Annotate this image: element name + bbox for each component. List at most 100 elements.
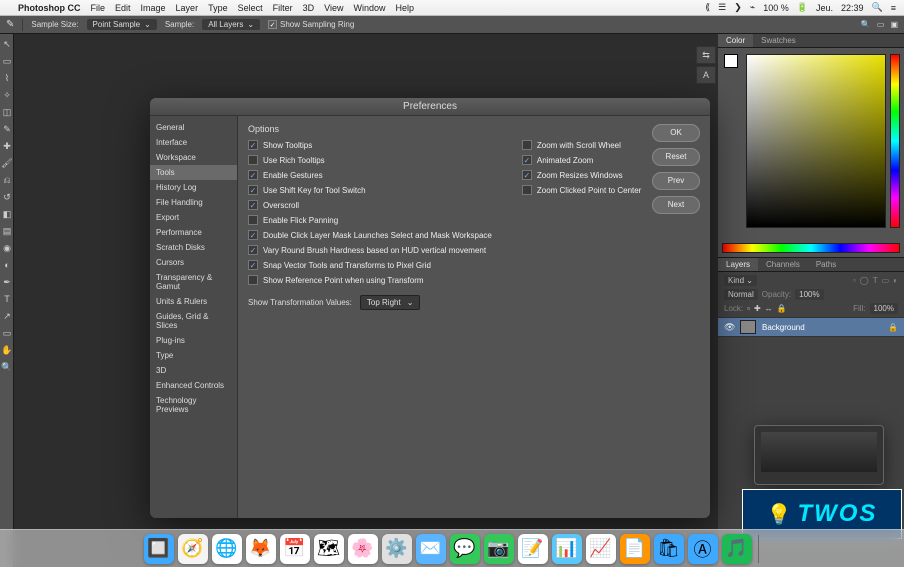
spotlight-icon[interactable]: 🔍 (872, 2, 883, 13)
lock-pixels-icon[interactable]: ▫ (747, 304, 750, 313)
lock-all-icon[interactable]: 🔒 (777, 304, 787, 313)
prefs-nav-guides-grid-slices[interactable]: Guides, Grid & Slices (150, 309, 237, 333)
zoom-clicked-point-center-checkbox[interactable] (522, 185, 532, 195)
lasso-tool-icon[interactable]: ⌇ (0, 70, 14, 86)
next-button[interactable]: Next (652, 196, 700, 214)
layer-thumbnail[interactable] (740, 320, 756, 334)
swatches-tab[interactable]: Swatches (753, 34, 804, 47)
menu-window[interactable]: Window (353, 3, 385, 13)
zoom-tool-icon[interactable]: 🔍 (0, 359, 14, 375)
filter-smart-icon[interactable]: ◐ (893, 276, 898, 285)
prefs-nav-file-handling[interactable]: File Handling (150, 195, 237, 210)
menu-view[interactable]: View (324, 3, 343, 13)
search-docs-icon[interactable]: 🔍 (861, 20, 871, 29)
show-tooltips-checkbox[interactable] (248, 140, 258, 150)
prefs-nav-plugins[interactable]: Plug-ins (150, 333, 237, 348)
enable-gestures-checkbox[interactable] (248, 170, 258, 180)
prefs-nav-technology-previews[interactable]: Technology Previews (150, 393, 237, 417)
channels-tab[interactable]: Channels (758, 258, 808, 271)
fill-input[interactable]: 100% (870, 303, 898, 314)
hand-tool-icon[interactable]: ✋ (0, 342, 14, 358)
pen-tool-icon[interactable]: ✒ (0, 274, 14, 290)
prefs-nav-transparency-gamut[interactable]: Transparency & Gamut (150, 270, 237, 294)
menu-help[interactable]: Help (395, 3, 414, 13)
collapsed-panel-icon[interactable]: A (696, 66, 716, 84)
dock-calendar-icon[interactable]: 📅 (280, 534, 310, 564)
foreground-color-swatch[interactable] (724, 54, 738, 68)
paths-tab[interactable]: Paths (808, 258, 844, 271)
prefs-nav-history-log[interactable]: History Log (150, 180, 237, 195)
heal-tool-icon[interactable]: ✚ (0, 138, 14, 154)
opacity-input[interactable]: 100% (795, 289, 823, 300)
filter-shape-icon[interactable]: ▭ (882, 276, 890, 285)
prefs-nav-enhanced-controls[interactable]: Enhanced Controls (150, 378, 237, 393)
filter-adjustment-icon[interactable]: ◯ (860, 276, 869, 285)
sample-dropdown[interactable]: All Layers⌄ (202, 19, 260, 30)
prefs-nav-tools[interactable]: Tools (150, 165, 237, 180)
menu-edit[interactable]: Edit (115, 3, 131, 13)
animated-zoom-checkbox[interactable] (522, 155, 532, 165)
blur-tool-icon[interactable]: ◉ (0, 240, 14, 256)
lock-artboard-icon[interactable]: ↔ (765, 304, 773, 313)
dock-facetime-icon[interactable]: 📷 (484, 534, 514, 564)
history-brush-icon[interactable]: ↺ (0, 189, 14, 205)
menu-image[interactable]: Image (141, 3, 166, 13)
dodge-tool-icon[interactable]: ◐ (0, 257, 14, 273)
color-tab[interactable]: Color (718, 34, 753, 47)
flick-panning-checkbox[interactable] (248, 215, 258, 225)
dock-firefox-icon[interactable]: 🦊 (246, 534, 276, 564)
layer-item-background[interactable]: 👁 Background 🔒 (718, 317, 904, 337)
workspace-switcher-icon[interactable]: ▭ (877, 20, 885, 29)
prefs-nav-workspace[interactable]: Workspace (150, 150, 237, 165)
layer-visibility-icon[interactable]: 👁 (724, 322, 734, 333)
type-tool-icon[interactable]: T (0, 291, 14, 307)
layers-tab[interactable]: Layers (718, 258, 758, 271)
dock-keynote-icon[interactable]: 📊 (552, 534, 582, 564)
eyedropper-tool-icon[interactable]: ✎ (0, 121, 14, 137)
dock-messages-icon[interactable]: 💬 (450, 534, 480, 564)
dock-maps-icon[interactable]: 🗺 (314, 534, 344, 564)
crop-tool-icon[interactable]: ◫ (0, 104, 14, 120)
dock-notes-icon[interactable]: 📝 (518, 534, 548, 564)
prefs-nav-3d[interactable]: 3D (150, 363, 237, 378)
dock-photos-icon[interactable]: 🌸 (348, 534, 378, 564)
marquee-tool-icon[interactable]: ▭ (0, 53, 14, 69)
dock-spotify-icon[interactable]: 🎵 (722, 534, 752, 564)
ok-button[interactable]: OK (652, 124, 700, 142)
prev-button[interactable]: Prev (652, 172, 700, 190)
gradient-tool-icon[interactable]: ▤ (0, 223, 14, 239)
snap-vector-pixel-grid-checkbox[interactable] (248, 260, 258, 270)
blend-mode-dropdown[interactable]: Normal (724, 289, 758, 300)
dock-settings-icon[interactable]: ⚙️ (382, 534, 412, 564)
wifi-icon[interactable]: ⌁ (750, 2, 755, 13)
dock-chrome-icon[interactable]: 🌐 (212, 534, 242, 564)
move-tool-icon[interactable]: ↖ (0, 36, 14, 52)
menubar-app-name[interactable]: Photoshop CC (18, 3, 81, 13)
prefs-nav-performance[interactable]: Performance (150, 225, 237, 240)
use-rich-tooltips-checkbox[interactable] (248, 155, 258, 165)
status-icon[interactable]: ❯ (734, 2, 742, 13)
dock-appstore2-icon[interactable]: Ⓐ (688, 534, 718, 564)
eraser-tool-icon[interactable]: ◧ (0, 206, 14, 222)
layer-filter-dropdown[interactable]: Kind ⌄ (724, 275, 757, 286)
prefs-nav-general[interactable]: General (150, 120, 237, 135)
wand-tool-icon[interactable]: ✧ (0, 87, 14, 103)
dock-numbers-icon[interactable]: 📈 (586, 534, 616, 564)
menu-3d[interactable]: 3D (303, 3, 315, 13)
show-reference-point-checkbox[interactable] (248, 275, 258, 285)
path-tool-icon[interactable]: ↗ (0, 308, 14, 324)
secondary-window-thumbnail[interactable] (754, 425, 884, 485)
stamp-tool-icon[interactable]: ⎌ (0, 172, 14, 188)
color-field[interactable] (746, 54, 886, 228)
hue-slider[interactable] (890, 54, 900, 228)
status-icon[interactable]: ⟪ (705, 2, 710, 13)
eyedropper-tool-icon[interactable]: ✎ (6, 19, 14, 30)
prefs-nav-scratch-disks[interactable]: Scratch Disks (150, 240, 237, 255)
sample-size-dropdown[interactable]: Point Sample⌄ (87, 19, 157, 30)
notification-center-icon[interactable]: ≡ (891, 3, 896, 13)
filter-type-icon[interactable]: T (873, 276, 878, 285)
reset-button[interactable]: Reset (652, 148, 700, 166)
lock-position-icon[interactable]: ✚ (754, 304, 761, 313)
status-icon[interactable]: ☰ (718, 2, 726, 13)
battery-icon[interactable]: 🔋 (797, 2, 808, 13)
